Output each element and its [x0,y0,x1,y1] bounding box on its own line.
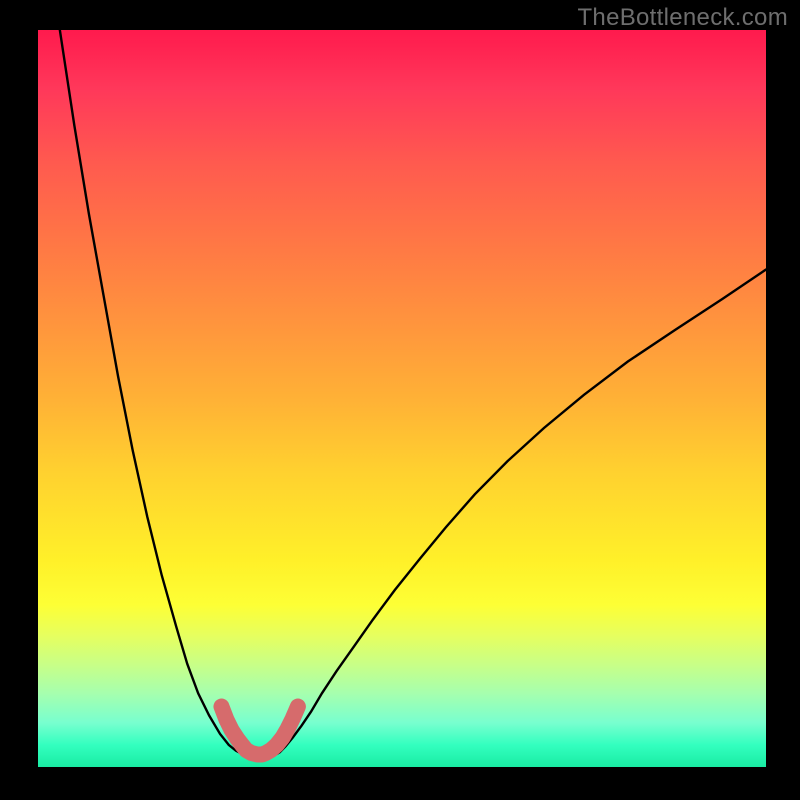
right-curve [275,270,766,756]
left-curve [60,30,246,755]
plot-area [38,30,766,767]
watermark-text: TheBottleneck.com [577,4,788,32]
chart-frame: TheBottleneck.com [0,0,800,800]
curve-overlay [38,30,766,767]
